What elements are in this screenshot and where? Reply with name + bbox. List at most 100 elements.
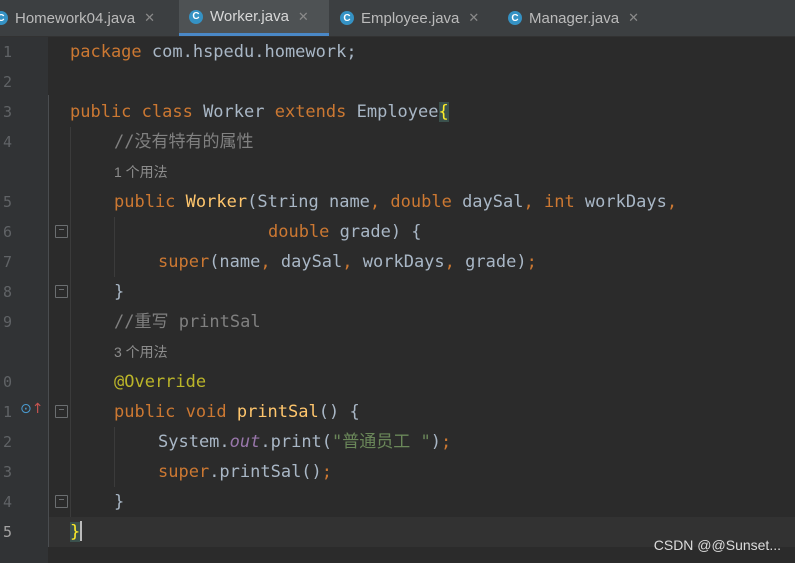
- code-line-15: }: [70, 517, 83, 547]
- keyword: public void: [114, 402, 227, 422]
- tab-label: Employee.java: [361, 9, 460, 27]
- semicolon: ;: [321, 462, 333, 482]
- line-number: 0: [3, 373, 13, 391]
- java-class-icon: C: [340, 11, 354, 25]
- code-line-6: double grade) {: [268, 217, 422, 247]
- indent-guide: [114, 217, 115, 277]
- keyword: super: [158, 252, 210, 272]
- code-line-5: public Worker(String name, double daySal…: [114, 187, 677, 217]
- line-number: 9: [3, 313, 13, 331]
- matched-brace: {: [438, 102, 449, 122]
- keyword: package: [70, 42, 142, 62]
- method-name: printSal: [236, 402, 319, 422]
- line-number: 7: [3, 253, 13, 271]
- param: (String name: [247, 192, 370, 212]
- watermark: CSDN @@Sunset...: [653, 537, 781, 553]
- keyword: int: [533, 192, 575, 212]
- keyword: public class: [70, 102, 193, 122]
- param: workDays: [574, 192, 667, 212]
- paren: ): [430, 432, 441, 452]
- semicolon: ;: [441, 432, 452, 452]
- tab-label: Homework04.java: [15, 9, 136, 27]
- method-call: .print(: [260, 432, 333, 452]
- constructor-name: Worker: [185, 192, 248, 212]
- line-number-gutter: 1 2 3 4 5 6 7 8 9 0 1 2 3 4 5: [0, 37, 48, 563]
- fold-marker-icon[interactable]: [55, 405, 68, 418]
- tab-label: Manager.java: [529, 9, 620, 27]
- keyword: public: [114, 192, 176, 212]
- tab-manager[interactable]: C Manager.java ✕: [498, 0, 658, 36]
- editor-tab-bar: C Homework04.java ✕ C Worker.java ✕ C Em…: [0, 0, 795, 37]
- line-number: 3: [3, 463, 13, 481]
- string-literal: "普通员工 ": [332, 432, 431, 452]
- close-icon[interactable]: ✕: [298, 9, 309, 25]
- method-call: .printSal(): [209, 462, 322, 482]
- comma: ,: [523, 192, 534, 212]
- close-icon[interactable]: ✕: [468, 10, 479, 26]
- line-number: 6: [3, 223, 13, 241]
- keyword: extends: [274, 102, 347, 122]
- param: grade) {: [329, 222, 422, 242]
- arg: (name: [209, 252, 261, 272]
- text-caret: [80, 521, 83, 541]
- code-line-1: package com.hspedu.homework;: [70, 37, 357, 67]
- line-number: 2: [3, 433, 13, 451]
- keyword: double: [268, 222, 330, 242]
- tab-label: Worker.java: [210, 8, 289, 25]
- usage-hint[interactable]: 3 个用法: [114, 337, 168, 367]
- java-class-icon: C: [508, 11, 522, 25]
- code-line-10: @Override: [114, 372, 207, 392]
- java-class-icon: C: [189, 9, 203, 24]
- code-line-9: //重写 printSal: [114, 312, 261, 332]
- comma: ,: [444, 252, 455, 272]
- close-icon[interactable]: ✕: [628, 10, 639, 26]
- semicolon: ;: [526, 252, 537, 272]
- usage-hint[interactable]: 1 个用法: [114, 157, 168, 187]
- tab-homework04[interactable]: C Homework04.java ✕: [0, 0, 178, 36]
- fold-marker-icon[interactable]: [55, 495, 68, 508]
- package-name: com.hspedu.homework;: [141, 42, 357, 62]
- arg: daySal: [270, 252, 343, 272]
- line-number: 5: [3, 523, 13, 541]
- comma: ,: [666, 192, 678, 212]
- line-number: 4: [3, 493, 13, 511]
- tab-employee[interactable]: C Employee.java ✕: [330, 0, 498, 36]
- code-line-12: System.out.print("普通员工 ");: [158, 427, 451, 457]
- indent-guide: [114, 427, 115, 487]
- comma: ,: [369, 192, 381, 212]
- code-line-3: public class Worker extends Employee{: [70, 97, 449, 127]
- java-class-icon: C: [0, 11, 8, 25]
- close-icon[interactable]: ✕: [144, 10, 155, 26]
- comma: ,: [260, 252, 271, 272]
- code-line-13: super.printSal();: [158, 457, 332, 487]
- code-line-11: public void printSal() {: [114, 397, 360, 427]
- static-field: out: [229, 432, 261, 452]
- class-name: Worker: [192, 102, 275, 122]
- fold-marker-icon[interactable]: [55, 285, 68, 298]
- line-number: 1: [3, 43, 13, 61]
- keyword: super: [158, 462, 210, 482]
- code-line-4: //没有特有的属性: [114, 132, 254, 152]
- line-number: 3: [3, 103, 13, 121]
- comma: ,: [342, 252, 353, 272]
- param: daySal: [451, 192, 524, 212]
- matched-brace: }: [70, 522, 81, 542]
- line-number: 8: [3, 283, 13, 301]
- tab-worker[interactable]: C Worker.java ✕: [179, 0, 329, 36]
- line-number: 5: [3, 193, 13, 211]
- params: () {: [318, 402, 360, 422]
- arg: grade): [454, 252, 527, 272]
- code-line-8: }: [114, 282, 125, 302]
- arg: workDays: [352, 252, 445, 272]
- fold-marker-icon[interactable]: [55, 225, 68, 238]
- keyword: double: [380, 192, 452, 212]
- indent-guide: [70, 127, 71, 517]
- overrides-method-icon[interactable]: ⊙↑: [20, 401, 43, 417]
- gutter-separator: [48, 95, 49, 547]
- line-number: 2: [3, 73, 13, 91]
- code-line-14: }: [114, 492, 125, 512]
- code-line-7: super(name, daySal, workDays, grade);: [158, 247, 537, 277]
- class-ref: System.: [158, 432, 230, 452]
- parent-class-name: Employee: [346, 102, 439, 122]
- line-number: 4: [3, 133, 13, 151]
